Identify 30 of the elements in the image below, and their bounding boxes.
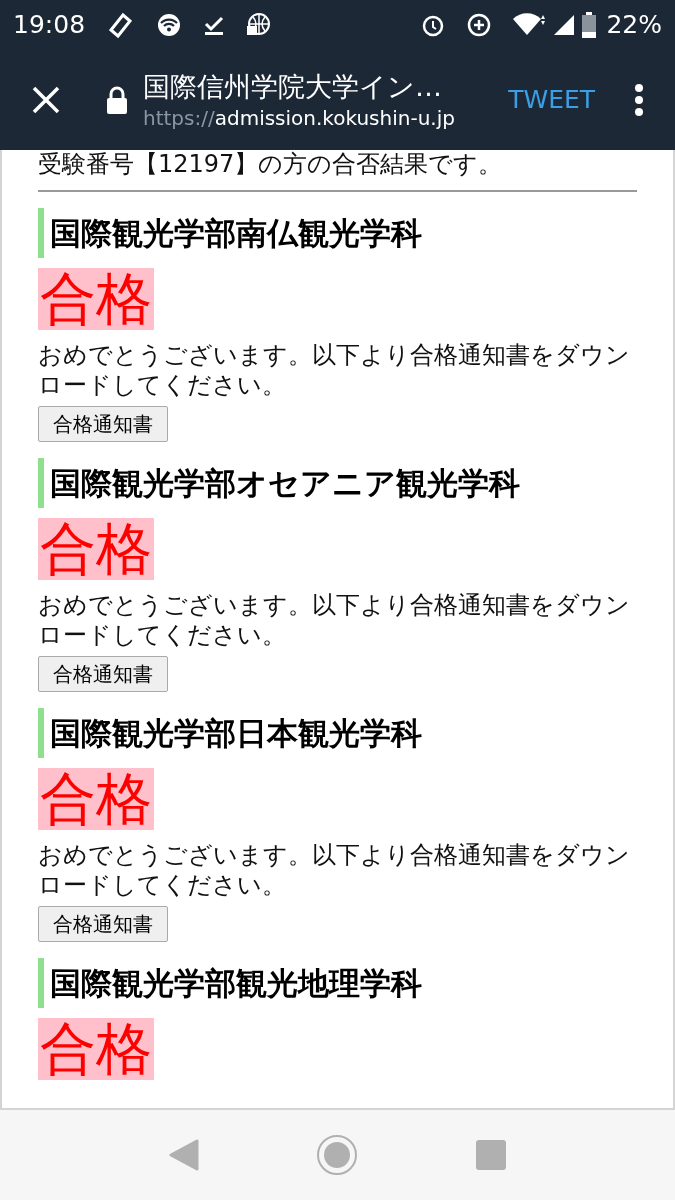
notice-download-button[interactable]: 合格通知書 xyxy=(38,656,168,692)
battery-icon xyxy=(582,12,597,38)
tweet-button[interactable]: TWEET xyxy=(508,81,595,119)
home-button[interactable] xyxy=(316,1134,359,1176)
pass-result: 合格 xyxy=(38,268,154,330)
pass-result: 合格 xyxy=(38,518,154,580)
congratulation-message: おめでとうございます。以下より合格通知書をダウンロードしてください。 xyxy=(38,340,631,400)
status-time: 19:08 xyxy=(13,9,86,42)
congratulation-message: おめでとうございます。以下より合格通知書をダウンロードしてください。 xyxy=(38,590,631,650)
department-heading: 国際観光学部観光地理学科 xyxy=(38,958,422,1008)
pass-result: 合格 xyxy=(38,768,154,830)
page-title: 国際信州学院大学イン… xyxy=(143,70,443,104)
congratulation-message: おめでとうございます。以下より合格通知書をダウンロードしてください。 xyxy=(38,840,631,900)
department-heading: 国際観光学部南仏観光学科 xyxy=(38,208,422,258)
battery-percent: 22% xyxy=(606,9,662,42)
lock-icon xyxy=(106,86,128,114)
notice-download-button[interactable]: 合格通知書 xyxy=(38,906,168,942)
recents-button[interactable] xyxy=(476,1140,507,1170)
pass-result: 合格 xyxy=(38,1018,154,1080)
cell-signal-icon xyxy=(552,13,577,37)
department-heading: 国際観光学部日本観光学科 xyxy=(38,708,422,758)
back-button[interactable] xyxy=(168,1139,199,1171)
department-heading: 国際観光学部オセアニア観光学科 xyxy=(38,458,520,508)
page-url: https://admission.kokushin-u.jp xyxy=(143,105,456,131)
result-intro: 受験番号【12197】の方の合否結果です。 xyxy=(38,150,637,192)
notice-download-button[interactable]: 合格通知書 xyxy=(38,406,168,442)
download-done-icon xyxy=(203,14,226,36)
data-saver-icon xyxy=(466,12,493,38)
more-menu-icon[interactable] xyxy=(633,84,645,116)
wifi-signal-icon xyxy=(512,13,547,37)
